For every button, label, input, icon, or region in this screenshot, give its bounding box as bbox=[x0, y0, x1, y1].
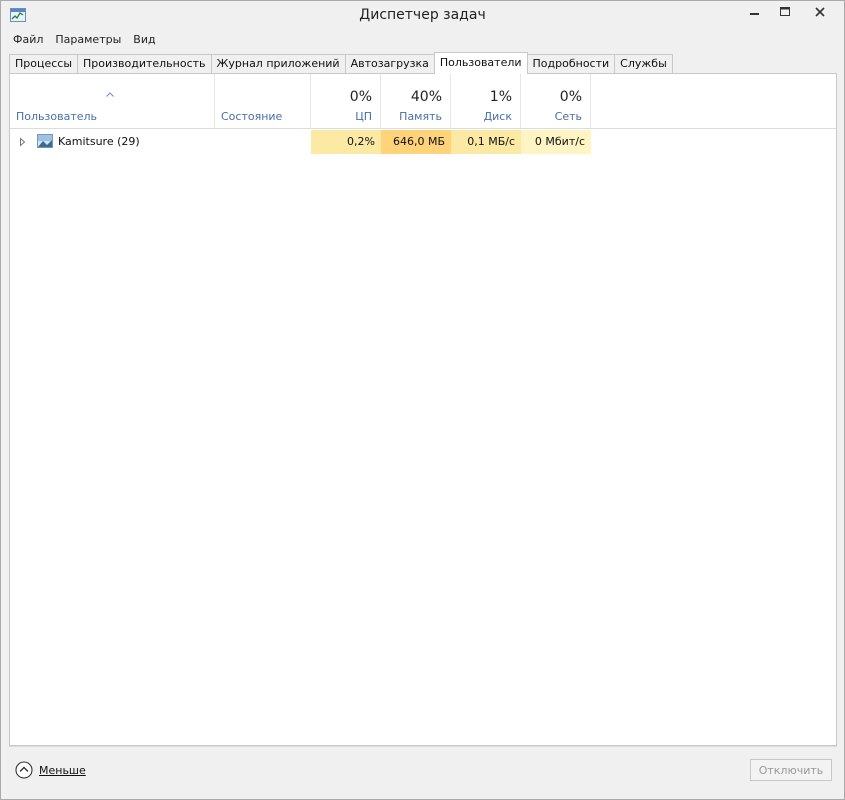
user-network-cell: 0 Мбит/с bbox=[521, 130, 591, 154]
column-header-network-label: Сеть bbox=[554, 110, 582, 123]
tab-details[interactable]: Подробности bbox=[526, 54, 616, 74]
minimize-button[interactable] bbox=[741, 1, 769, 23]
tab-processes[interactable]: Процессы bbox=[9, 54, 79, 74]
column-header-network[interactable]: 0% Сеть bbox=[521, 74, 591, 128]
column-header-disk-label: Диск bbox=[483, 110, 512, 123]
network-total-percent: 0% bbox=[559, 89, 582, 105]
users-panel: Пользователь Состояние 0% ЦП 40% Память … bbox=[9, 73, 837, 746]
column-header-user[interactable]: Пользователь bbox=[10, 74, 215, 128]
close-icon bbox=[815, 7, 825, 17]
user-avatar-icon bbox=[37, 134, 53, 148]
fewer-details-label: Меньше bbox=[39, 763, 86, 777]
user-memory-cell: 646,0 МБ bbox=[381, 130, 451, 154]
tab-performance[interactable]: Производительность bbox=[77, 54, 212, 74]
tab-services[interactable]: Службы bbox=[614, 54, 673, 74]
maximize-button[interactable] bbox=[771, 1, 799, 23]
sort-ascending-icon bbox=[106, 90, 114, 100]
footer-divider bbox=[9, 746, 837, 747]
disconnect-button[interactable]: Отключить bbox=[750, 759, 832, 781]
tab-users[interactable]: Пользователи bbox=[433, 52, 528, 74]
user-name: Kamitsure (29) bbox=[58, 135, 140, 148]
column-header-memory-label: Память bbox=[399, 110, 442, 123]
menu-bar: Файл Параметры Вид bbox=[7, 32, 162, 50]
menu-options[interactable]: Параметры bbox=[49, 32, 127, 50]
cpu-total-percent: 0% bbox=[349, 89, 372, 105]
fewer-details-button[interactable]: Меньше bbox=[15, 760, 86, 780]
column-header-cpu-label: ЦП bbox=[355, 110, 372, 123]
disk-total-percent: 1% bbox=[489, 89, 512, 105]
column-header-memory[interactable]: 40% Память bbox=[381, 74, 451, 128]
close-button[interactable] bbox=[797, 1, 843, 23]
memory-total-percent: 40% bbox=[410, 89, 442, 105]
task-manager-window: Диспетчер задач Файл Параметры Вид Проце… bbox=[0, 0, 845, 800]
header-divider bbox=[10, 128, 836, 129]
chevron-up-circle-icon bbox=[15, 761, 33, 779]
tab-startup[interactable]: Автозагрузка bbox=[344, 54, 435, 74]
tab-strip: Процессы Производительность Журнал прило… bbox=[9, 52, 673, 74]
title-bar[interactable]: Диспетчер задач bbox=[1, 1, 844, 31]
menu-file[interactable]: Файл bbox=[7, 32, 49, 50]
column-header-disk[interactable]: 1% Диск bbox=[451, 74, 521, 128]
minimize-icon bbox=[750, 13, 759, 15]
window-title: Диспетчер задач bbox=[359, 7, 486, 23]
column-header-cpu[interactable]: 0% ЦП bbox=[311, 74, 381, 128]
user-cpu-cell: 0,2% bbox=[311, 130, 381, 154]
maximize-icon bbox=[780, 7, 790, 16]
menu-view[interactable]: Вид bbox=[127, 32, 161, 50]
column-header-status-label: Состояние bbox=[221, 110, 283, 123]
table-row[interactable]: Kamitsure (29) 0,2% 646,0 МБ 0,1 МБ/с 0 … bbox=[10, 130, 836, 154]
column-header-user-label: Пользователь bbox=[16, 110, 98, 123]
column-header-status[interactable]: Состояние bbox=[215, 74, 311, 128]
tab-app-history[interactable]: Журнал приложений bbox=[210, 54, 346, 74]
expand-arrow-icon[interactable] bbox=[19, 137, 27, 147]
user-status-cell bbox=[215, 130, 311, 154]
user-disk-cell: 0,1 МБ/с bbox=[451, 130, 521, 154]
